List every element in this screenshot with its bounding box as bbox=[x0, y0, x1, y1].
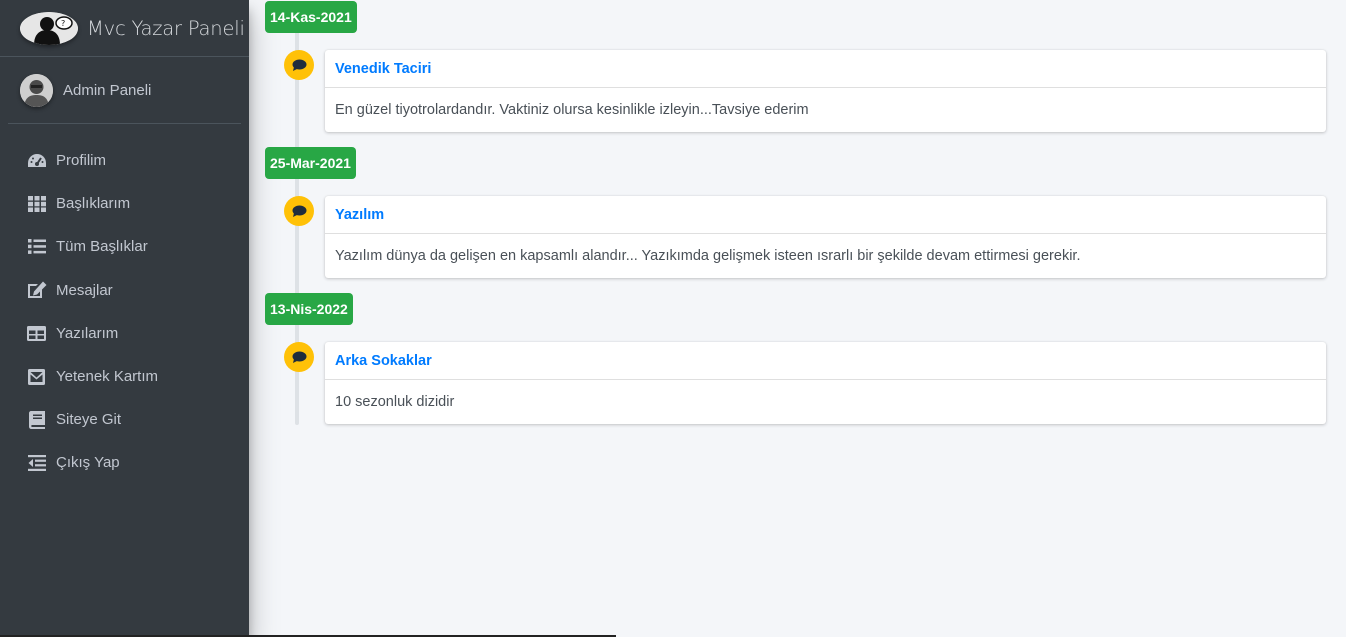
tachometer-icon bbox=[26, 151, 47, 171]
user-panel[interactable]: Admin Paneli bbox=[8, 57, 241, 124]
timeline-item-body: Yazılım dünya da gelişen en kapsamlı ala… bbox=[335, 248, 1081, 264]
sidebar-item-label: Çıkış Yap bbox=[56, 454, 120, 472]
sidebar-item-label: Mesajlar bbox=[56, 281, 113, 299]
timeline-item-box: Arka Sokaklar 10 sezonluk dizidir bbox=[325, 342, 1326, 424]
sidebar-item-label: Profilim bbox=[56, 152, 107, 170]
sidebar-item-yazilarim[interactable]: Yazılarım bbox=[0, 312, 249, 355]
date-badge: 13-Nis-2022 bbox=[265, 293, 353, 325]
sidebar: ? Mvc Yazar Paneli Admin Paneli Profilim bbox=[0, 0, 249, 637]
main-content: 14-Kas-2021 Venedik Taciri En güzel tiyo… bbox=[249, 0, 1346, 637]
timeline-item-box: Venedik Taciri En güzel tiyotrolardandır… bbox=[325, 50, 1326, 132]
sidebar-item-label: Yetenek Kartım bbox=[56, 368, 159, 386]
brand-link[interactable]: ? Mvc Yazar Paneli bbox=[0, 0, 249, 57]
timeline-item-body: 10 sezonluk dizidir bbox=[335, 394, 455, 410]
book-icon bbox=[26, 410, 47, 430]
sidebar-item-label: Yazılarım bbox=[56, 324, 119, 342]
timeline-item-title[interactable]: Venedik Taciri bbox=[325, 50, 1326, 88]
grid-icon bbox=[26, 194, 47, 214]
comment-icon bbox=[284, 342, 314, 372]
sidebar-item-tum-basliklar[interactable]: Tüm Başlıklar bbox=[0, 225, 249, 268]
date-badge: 14-Kas-2021 bbox=[265, 1, 357, 33]
timeline-item-body: En güzel tiyotrolardandır. Vaktiniz olur… bbox=[335, 102, 809, 118]
sidebar-item-cikis-yap[interactable]: Çıkış Yap bbox=[0, 441, 249, 484]
sidebar-item-siteye-git[interactable]: Siteye Git bbox=[0, 398, 249, 441]
timeline-item: Arka Sokaklar 10 sezonluk dizidir bbox=[284, 342, 1326, 424]
timeline: 14-Kas-2021 Venedik Taciri En güzel tiyo… bbox=[249, 0, 1346, 425]
sidebar-nav: Profilim Başlıklarım Tüm Başlıklar Mesaj… bbox=[0, 139, 249, 485]
timeline-item-title[interactable]: Arka Sokaklar bbox=[325, 342, 1326, 380]
table-icon bbox=[26, 323, 47, 343]
brand-logo: ? bbox=[20, 11, 78, 45]
edit-icon bbox=[26, 280, 47, 300]
comment-icon bbox=[284, 50, 314, 80]
sidebar-item-profilim[interactable]: Profilim bbox=[0, 139, 249, 182]
sidebar-item-label: Tüm Başlıklar bbox=[56, 238, 148, 256]
svg-text:?: ? bbox=[61, 19, 65, 28]
sidebar-item-basliklarim[interactable]: Başlıklarım bbox=[0, 182, 249, 225]
outdent-icon bbox=[26, 453, 47, 473]
time-label: 25-Mar-2021 bbox=[265, 147, 1346, 181]
avatar bbox=[20, 73, 53, 107]
sidebar-item-label: Başlıklarım bbox=[56, 195, 131, 213]
time-label: 14-Kas-2021 bbox=[265, 1, 1346, 35]
timeline-item: Venedik Taciri En güzel tiyotrolardandır… bbox=[284, 50, 1326, 132]
sidebar-item-label: Siteye Git bbox=[56, 411, 122, 429]
comment-icon bbox=[284, 196, 314, 226]
envelope-icon bbox=[26, 367, 47, 387]
time-label: 13-Nis-2022 bbox=[265, 293, 1346, 327]
brand-title: Mvc Yazar Paneli bbox=[87, 16, 245, 40]
user-name: Admin Paneli bbox=[63, 81, 152, 99]
sidebar-item-yetenek-kartim[interactable]: Yetenek Kartım bbox=[0, 355, 249, 398]
timeline-item-title[interactable]: Yazılım bbox=[325, 196, 1326, 234]
date-badge: 25-Mar-2021 bbox=[265, 147, 356, 179]
timeline-item-box: Yazılım Yazılım dünya da gelişen en kaps… bbox=[325, 196, 1326, 278]
timeline-item: Yazılım Yazılım dünya da gelişen en kaps… bbox=[284, 196, 1326, 278]
sidebar-item-mesajlar[interactable]: Mesajlar bbox=[0, 269, 249, 312]
list-icon bbox=[26, 237, 47, 257]
